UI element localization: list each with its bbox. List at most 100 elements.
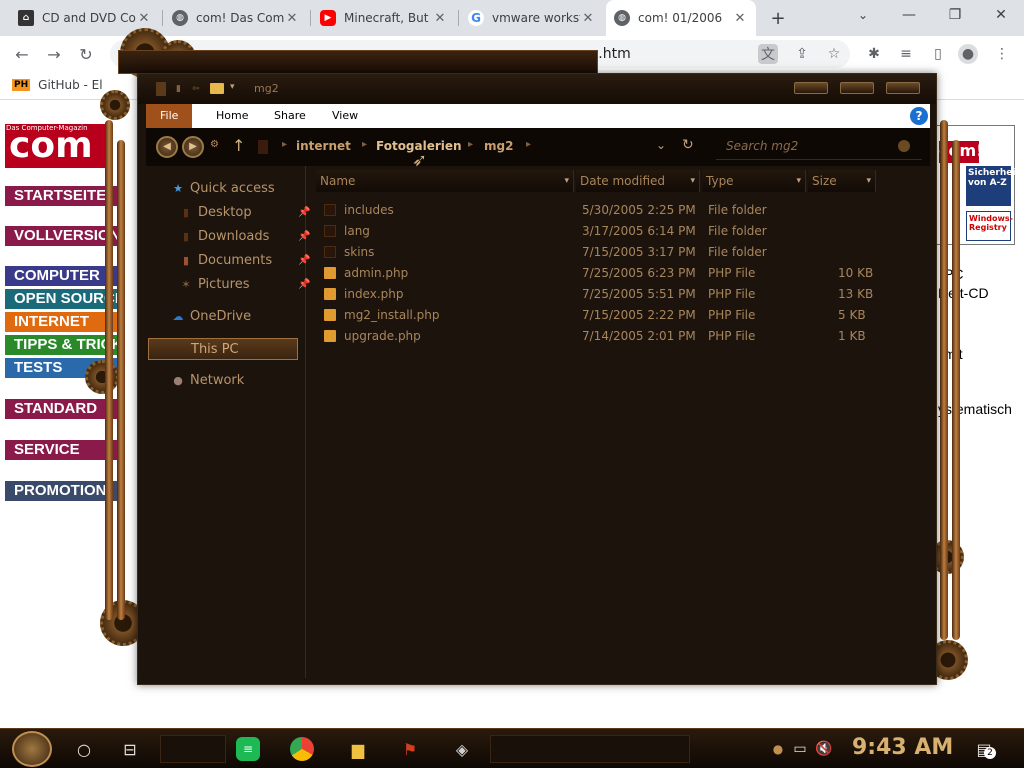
address-history-dropdown-icon[interactable]: ⌄ bbox=[656, 138, 666, 152]
profile-avatar-icon[interactable]: ● bbox=[958, 44, 978, 64]
file-row[interactable]: skins 7/15/2005 3:17 PM File folder bbox=[306, 242, 916, 263]
close-icon[interactable]: ✕ bbox=[580, 11, 596, 26]
breadcrumb-separator-icon[interactable]: ▸ bbox=[468, 139, 473, 150]
file-row[interactable]: upgrade.php 7/14/2005 2:01 PM PHP File 1 KB bbox=[306, 326, 916, 347]
notification-count: 2 bbox=[984, 747, 996, 759]
nav-label: OneDrive bbox=[190, 309, 252, 324]
forward-button[interactable]: ▶ bbox=[182, 136, 204, 158]
file-name: lang bbox=[344, 224, 370, 238]
browser-tab-2[interactable]: ◍ com! Das Comp ✕ bbox=[164, 4, 308, 32]
volume-muted-icon[interactable]: 🔇 bbox=[810, 735, 838, 763]
bookmark-item[interactable]: PH GitHub - El bbox=[12, 78, 103, 92]
browser-tab-4[interactable]: G vmware workst ✕ bbox=[460, 4, 604, 32]
browser-tab-1[interactable]: ⌂ CD and DVD Co ✕ bbox=[10, 4, 160, 32]
tab-share[interactable]: Share bbox=[260, 104, 320, 128]
share-icon[interactable]: ⇪ bbox=[792, 44, 812, 64]
chevron-down-icon[interactable]: ▾ bbox=[866, 170, 871, 192]
file-size: 10 KB bbox=[838, 266, 874, 280]
media-icon[interactable]: ≡ bbox=[896, 44, 916, 64]
file-date: 7/25/2005 5:51 PM bbox=[582, 287, 696, 301]
column-header-type[interactable]: Type ▾ bbox=[702, 170, 806, 192]
file-row[interactable]: admin.php 7/25/2005 6:23 PM PHP File 10 KB bbox=[306, 263, 916, 284]
folder-icon[interactable] bbox=[210, 83, 224, 94]
breadcrumb-internet[interactable]: internet bbox=[296, 139, 351, 153]
nav-downloads[interactable]: ▮ Downloads 📌 bbox=[180, 226, 310, 248]
restore-button[interactable]: ❐ bbox=[932, 0, 978, 30]
chevron-down-icon[interactable]: ▾ bbox=[564, 170, 569, 192]
properties-icon[interactable]: ▮ bbox=[176, 84, 181, 94]
breadcrumb-separator-icon[interactable]: ▸ bbox=[526, 139, 531, 150]
nav-pictures[interactable]: ✶ Pictures 📌 bbox=[180, 274, 310, 296]
nav-documents[interactable]: ▮ Documents 📌 bbox=[180, 250, 310, 272]
start-button-icon[interactable] bbox=[12, 731, 52, 767]
vmware-app-icon[interactable]: ◈ bbox=[448, 735, 476, 763]
task-view-icon[interactable]: ⊟ bbox=[116, 735, 144, 763]
extensions-icon[interactable]: ✱ bbox=[864, 44, 884, 64]
maximize-button[interactable] bbox=[840, 82, 874, 94]
nav-desktop[interactable]: ▮ Desktop 📌 bbox=[180, 202, 310, 224]
translate-icon[interactable]: 文 bbox=[758, 44, 778, 64]
nav-this-pc[interactable]: This PC bbox=[148, 338, 298, 360]
close-window-button[interactable]: ✕ bbox=[978, 0, 1024, 30]
site-logo-tagline: Das Computer-Magazin bbox=[6, 124, 88, 132]
undo-icon[interactable]: ⇦ bbox=[192, 84, 200, 94]
close-icon[interactable]: ✕ bbox=[284, 11, 300, 26]
file-row[interactable]: index.php 7/25/2005 5:51 PM PHP File 13 KB bbox=[306, 284, 916, 305]
column-header-size[interactable]: Size ▾ bbox=[808, 170, 876, 192]
chrome-app-icon[interactable] bbox=[290, 737, 314, 761]
notification-icon[interactable]: ▤ 2 bbox=[970, 735, 998, 763]
file-row[interactable]: lang 3/17/2005 6:14 PM File folder bbox=[306, 221, 916, 242]
column-header-date[interactable]: Date modified ▾ bbox=[576, 170, 700, 192]
file-row[interactable]: includes 5/30/2005 2:25 PM File folder bbox=[306, 200, 916, 221]
forward-icon[interactable]: → bbox=[42, 42, 66, 66]
search-input[interactable]: Search mg2 bbox=[716, 132, 922, 160]
chevron-down-icon[interactable]: ▾ bbox=[690, 170, 695, 192]
refresh-icon[interactable]: ↻ bbox=[682, 137, 694, 153]
file-size: 1 KB bbox=[838, 329, 866, 343]
close-icon[interactable]: ✕ bbox=[732, 11, 748, 26]
breadcrumb-separator-icon[interactable]: ▸ bbox=[362, 139, 367, 150]
browser-tab-3[interactable]: ▶ Minecraft, But ✕ bbox=[312, 4, 456, 32]
tab-view[interactable]: View bbox=[318, 104, 372, 128]
chevron-down-icon[interactable]: ▾ bbox=[796, 170, 801, 192]
explorer-titlebar[interactable]: ▮ ⇦ ▾ mg2 bbox=[138, 74, 936, 104]
tab-file[interactable]: File bbox=[146, 104, 193, 128]
file-explorer-app-icon[interactable]: ▆ bbox=[344, 735, 372, 763]
windows-flag-app-icon[interactable]: ⚑ bbox=[396, 735, 424, 763]
nav-quick-access[interactable]: ★ Quick access bbox=[172, 178, 275, 200]
menu-icon[interactable]: ⋮ bbox=[992, 44, 1012, 64]
recent-locations-icon[interactable]: ⚙ bbox=[210, 139, 219, 150]
help-icon[interactable]: ? bbox=[910, 107, 928, 125]
nav-onedrive[interactable]: ☁ OneDrive bbox=[172, 306, 252, 328]
reload-icon[interactable]: ↻ bbox=[74, 42, 98, 66]
nav-network[interactable]: ● Network bbox=[172, 370, 244, 392]
file-row[interactable]: mg2_install.php 7/15/2005 2:22 PM PHP File… bbox=[306, 305, 916, 326]
close-icon[interactable]: ✕ bbox=[432, 11, 448, 26]
magazine-subline: Windows-Registry bbox=[966, 211, 1013, 241]
clock[interactable]: 9:43 AM bbox=[852, 735, 953, 760]
minimize-button[interactable]: — bbox=[886, 0, 932, 30]
back-button[interactable]: ◀ bbox=[156, 136, 178, 158]
browser-tab-5-active[interactable]: ◍ com! 01/2006 ✕ bbox=[606, 0, 756, 36]
back-icon[interactable]: ← bbox=[10, 42, 34, 66]
breadcrumb-mg2[interactable]: mg2 bbox=[484, 139, 513, 153]
column-header-name[interactable]: Name ▾ bbox=[316, 170, 574, 192]
breadcrumb-separator-icon[interactable]: ▸ bbox=[282, 139, 287, 150]
minimize-button[interactable] bbox=[794, 82, 828, 94]
bookmark-star-icon[interactable]: ☆ bbox=[824, 44, 844, 64]
close-window-button[interactable] bbox=[886, 82, 920, 94]
file-name: skins bbox=[344, 245, 375, 259]
tab-search-icon[interactable]: ⌄ bbox=[840, 0, 886, 30]
side-panel-icon[interactable]: ▯ bbox=[928, 44, 948, 64]
search-icon[interactable] bbox=[898, 140, 910, 152]
sheets-app-icon[interactable]: ≡ bbox=[236, 737, 260, 761]
new-tab-button[interactable]: + bbox=[764, 4, 792, 32]
search-circle-icon[interactable]: ○ bbox=[70, 735, 98, 763]
file-explorer-window: ▮ ⇦ ▾ mg2 File Home Share View ? ◀ ▶ ⚙ ↑… bbox=[137, 73, 937, 685]
tab-home[interactable]: Home bbox=[202, 104, 262, 128]
up-arrow-icon[interactable]: ↑ bbox=[232, 136, 245, 155]
window-menu-icon[interactable] bbox=[156, 82, 166, 96]
quick-access-dropdown-icon[interactable]: ▾ bbox=[230, 82, 235, 92]
file-size: 5 KB bbox=[838, 308, 866, 322]
close-icon[interactable]: ✕ bbox=[136, 11, 152, 26]
